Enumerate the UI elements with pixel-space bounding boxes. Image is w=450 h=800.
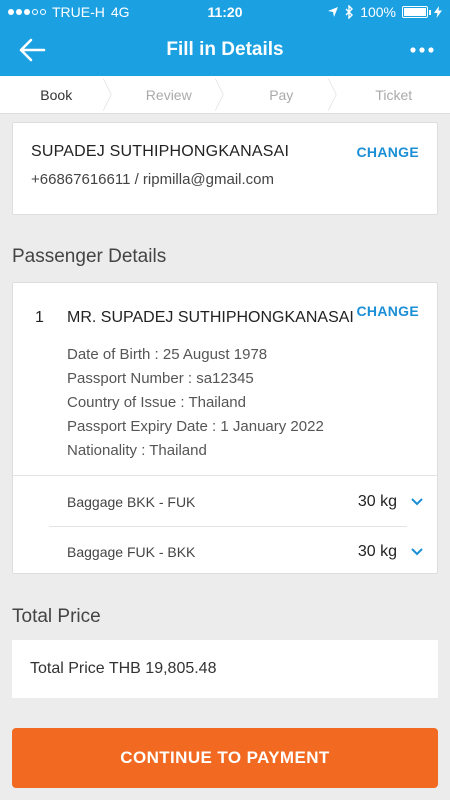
continue-to-payment-button[interactable]: CONTINUE TO PAYMENT <box>12 728 438 788</box>
total-section-title: Total Price <box>12 606 101 627</box>
passenger-section-title: Passenger Details <box>12 246 167 267</box>
network-type: 4G <box>110 4 130 20</box>
charging-icon <box>434 6 442 18</box>
step-review: Review <box>113 76 226 113</box>
baggage-select-outbound[interactable]: Baggage BKK - FUK 30 kg <box>49 477 437 527</box>
baggage-route-label: Baggage FUK - BKK <box>67 544 196 560</box>
back-button[interactable] <box>0 24 64 76</box>
country-of-issue: Country of Issue : Thailand <box>67 394 246 411</box>
contact-info: +66867616611 / ripmilla@gmail.com <box>31 171 274 188</box>
page-title: Fill in Details <box>166 39 284 60</box>
bluetooth-icon <box>345 5 354 19</box>
step-book: Book <box>0 76 113 113</box>
app-header: Fill in Details <box>0 24 450 76</box>
change-passenger-button[interactable]: CHANGE <box>357 303 419 319</box>
nationality: Nationality : Thailand <box>67 442 207 459</box>
step-ticket: Ticket <box>375 86 413 103</box>
status-bar: TRUE-H 4G 11:20 100% <box>0 0 450 24</box>
battery-percent: 100% <box>360 4 396 20</box>
step-pay: Pay <box>225 76 338 113</box>
passenger-name: MR. SUPADEJ SUTHIPHONGKANASAI <box>67 309 354 326</box>
date-of-birth: Date of Birth : 25 August 1978 <box>67 346 268 363</box>
divider <box>13 475 437 476</box>
baggage-select-return[interactable]: Baggage FUK - BKK 30 kg <box>49 527 437 577</box>
contact-card: SUPADEJ SUTHIPHONGKANASAI +66867616611 /… <box>12 122 438 215</box>
baggage-weight: 30 kg <box>357 493 397 510</box>
passenger-details: Date of Birth : 25 August 1978 Passport … <box>67 343 324 463</box>
more-dots-icon <box>410 47 434 53</box>
passenger-number: 1 <box>35 309 44 326</box>
total-price: Total Price THB 19,805.48 <box>12 640 438 698</box>
baggage-route-label: Baggage BKK - FUK <box>67 494 196 510</box>
more-button[interactable] <box>394 24 450 76</box>
back-arrow-icon <box>19 38 46 62</box>
passenger-card: 1 MR. SUPADEJ SUTHIPHONGKANASAI CHANGE D… <box>12 282 438 574</box>
passport-number: Passport Number : sa12345 <box>67 370 254 387</box>
signal-strength-icon <box>8 9 46 15</box>
carrier-name: TRUE-H <box>52 4 105 20</box>
passport-expiry-date: Passport Expiry Date : 1 January 2022 <box>67 418 324 435</box>
change-contact-button[interactable]: CHANGE <box>357 144 419 160</box>
status-bar-right: 100% <box>327 4 442 20</box>
progress-steps: Book Review Pay Ticket <box>0 76 450 114</box>
status-bar-left: TRUE-H 4G <box>8 4 130 20</box>
passenger-header: 1 MR. SUPADEJ SUTHIPHONGKANASAI CHANGE D… <box>13 283 437 475</box>
chevron-down-icon <box>411 498 423 506</box>
battery-icon <box>402 6 431 18</box>
location-icon <box>328 7 339 17</box>
baggage-weight: 30 kg <box>357 543 397 560</box>
chevron-down-icon <box>411 548 423 556</box>
